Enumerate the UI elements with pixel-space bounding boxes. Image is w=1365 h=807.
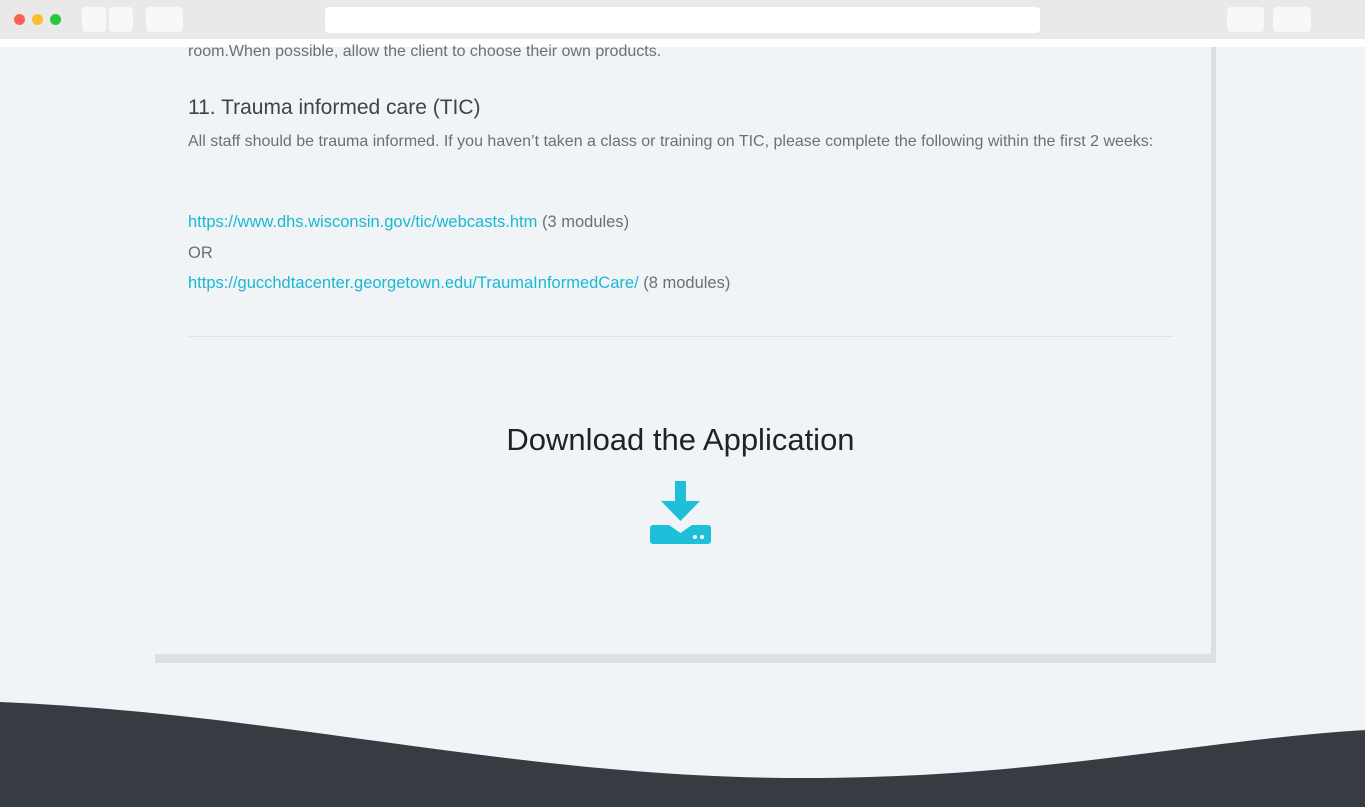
link-1-suffix: (3 modules) (537, 213, 630, 231)
footer-wave (0, 702, 1365, 807)
maximize-window-button[interactable] (50, 14, 61, 25)
browser-toolbar (0, 0, 1365, 40)
download-icon[interactable] (649, 481, 712, 545)
section-divider (189, 336, 1173, 337)
close-window-button[interactable] (14, 14, 25, 25)
tabs-button[interactable] (1273, 7, 1311, 32)
address-bar[interactable] (325, 7, 1040, 33)
intro-text: room.When possible, allow the client to … (188, 43, 662, 60)
wisconsin-tic-link[interactable]: https://www.dhs.wisconsin.gov/tic/webcas… (188, 213, 537, 231)
forward-button[interactable] (109, 7, 133, 32)
georgetown-tic-link[interactable]: https://gucchdtacenter.georgetown.edu/Tr… (188, 274, 639, 292)
link-line-1: https://www.dhs.wisconsin.gov/tic/webcas… (188, 213, 629, 232)
sidebar-toggle-button[interactable] (146, 7, 183, 32)
link-line-2: https://gucchdtacenter.georgetown.edu/Tr… (188, 274, 730, 293)
share-button[interactable] (1227, 7, 1264, 32)
back-button[interactable] (82, 7, 106, 32)
download-title: Download the Application (506, 422, 855, 457)
or-text: OR (188, 244, 213, 262)
section-heading: 11. Trauma informed care (TIC) (188, 96, 481, 119)
link-2-suffix: (8 modules) (638, 274, 731, 292)
minimize-window-button[interactable] (32, 14, 43, 25)
section-body: All staff should be trauma informed. If … (188, 133, 1154, 150)
